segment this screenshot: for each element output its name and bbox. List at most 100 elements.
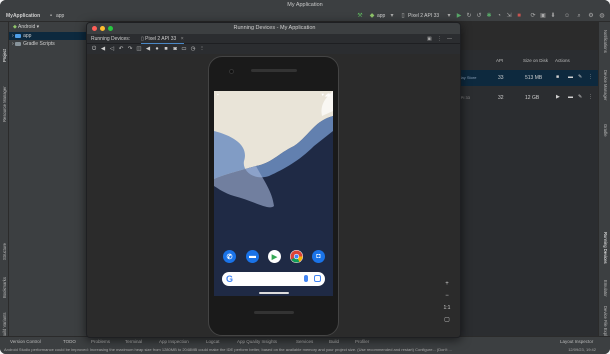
back-icon[interactable]: ◀ — [145, 46, 151, 52]
device-screen[interactable]: ▪ ▼◢▮ ✆ ▬ ▶ ◘ G — [214, 91, 333, 296]
sync-gradle-icon[interactable]: ⟳ — [530, 13, 536, 19]
edit-icon[interactable]: ✎ — [578, 75, 583, 80]
microphone-icon[interactable] — [304, 275, 308, 282]
assistant-icon[interactable]: ◍ — [599, 13, 605, 19]
tab-label: Pixel 2 API 33 — [145, 36, 177, 42]
close-icon[interactable]: × — [181, 36, 184, 42]
device-manager-icon[interactable]: ▣ — [540, 13, 546, 19]
home-icon[interactable]: ● — [154, 46, 160, 52]
screen-record-icon[interactable]: ▭ — [181, 46, 187, 52]
device-manager-panel: API Size on Disk Actions Play Store 33 5… — [458, 50, 598, 344]
apply-changes-icon[interactable]: ↻ — [466, 13, 472, 19]
more-icon[interactable]: ⋮ — [199, 46, 205, 52]
chevron-right-icon[interactable]: › — [9, 41, 14, 47]
more-icon[interactable]: ⋮ — [437, 34, 442, 44]
play-store-app-icon[interactable]: ▶ — [268, 250, 281, 263]
zoom-window-button[interactable] — [108, 26, 113, 31]
device-select[interactable]: Pixel 2 API 33 — [408, 10, 439, 22]
running-devices-tool-tab[interactable]: Running Devices — [603, 232, 608, 264]
google-logo-icon: G — [226, 274, 234, 284]
project-tree-label: app — [23, 33, 32, 39]
profile-icon[interactable]: ◔ — [496, 13, 502, 19]
rotate-left-icon[interactable]: ↶ — [118, 46, 124, 52]
project-panel: ◆ Android ▾ › app › Gradle Scripts — [9, 22, 89, 344]
right-tool-strip: Notifications Device Manager Gradle Runn… — [598, 22, 610, 344]
phone-icon: ▯ — [401, 13, 405, 19]
tab-pixel-2-api-33[interactable]: ▯ Pixel 2 API 33 × — [141, 34, 184, 44]
attach-debugger-icon[interactable]: ⇲ — [506, 13, 512, 19]
minimize-window-button[interactable] — [100, 26, 105, 31]
apply-code-changes-icon[interactable]: ↺ — [476, 13, 482, 19]
project-tool-tab[interactable]: Project — [2, 49, 7, 62]
folder-icon — [15, 33, 22, 38]
volume-up-icon[interactable]: ◀ — [100, 46, 106, 52]
settings-icon[interactable]: ⚙ — [588, 13, 594, 19]
stop-icon[interactable]: ■ — [556, 75, 561, 80]
zoom-out-icon[interactable]: − — [443, 292, 451, 300]
gesture-nav-pill[interactable] — [259, 292, 289, 294]
new-tab-icon[interactable]: ▣ — [427, 34, 432, 44]
size-column-header[interactable]: Size on Disk — [523, 58, 548, 66]
ide-window: My Application MyApplication ▪ app ⚒ ◆ a… — [0, 0, 610, 354]
bottom-speaker — [254, 311, 294, 314]
project-breadcrumb[interactable]: MyApplication — [6, 10, 40, 22]
build-variants-tool-tab[interactable]: Build Variants — [2, 312, 7, 338]
status-message[interactable]: Android Studio performance could be impr… — [4, 346, 524, 354]
zoom-in-icon[interactable]: + — [443, 280, 451, 288]
edit-icon[interactable]: ✎ — [578, 95, 583, 100]
overview-icon[interactable]: ■ — [163, 46, 169, 52]
gradle-tool-tab[interactable]: Gradle — [603, 124, 608, 137]
structure-tool-tab[interactable]: Structure — [2, 243, 7, 260]
messages-app-icon[interactable]: ▬ — [246, 250, 259, 263]
folder-icon[interactable]: ▬ — [568, 95, 573, 100]
minimize-icon[interactable]: — — [447, 34, 452, 44]
fit-screen-icon[interactable]: ▢ — [443, 316, 451, 324]
device-row[interactable]: Play Store 33 513 MB ■ ▬ ✎ ⋮ — [458, 70, 598, 86]
wallpaper — [214, 91, 333, 296]
search-icon[interactable]: ⌕ — [576, 13, 582, 19]
emulator-tool-tab[interactable]: Emulator — [603, 280, 608, 297]
camera-app-icon[interactable]: ◘ — [312, 250, 325, 263]
sdk-manager-icon[interactable]: ⬇ — [550, 13, 556, 19]
power-icon[interactable]: ⏻ — [91, 46, 97, 52]
project-tree-item-gradle-scripts[interactable]: › Gradle Scripts — [9, 40, 89, 48]
hammer-icon[interactable]: ⚒ — [357, 13, 363, 19]
front-camera-icon — [229, 69, 234, 74]
chevron-down-icon: ▾ — [447, 13, 451, 19]
device-manager-tool-tab[interactable]: Device Manager — [603, 70, 608, 101]
stop-icon[interactable]: ■ — [516, 13, 522, 19]
resource-manager-tool-tab[interactable]: Resource Manager — [2, 86, 7, 122]
fold-icon[interactable]: ◫ — [136, 46, 142, 52]
phone-app-icon[interactable]: ✆ — [223, 250, 236, 263]
close-window-button[interactable] — [92, 26, 97, 31]
run-icon[interactable]: ▶ — [456, 13, 462, 19]
rotate-right-icon[interactable]: ↷ — [127, 46, 133, 52]
more-icon[interactable]: ⋮ — [588, 75, 593, 80]
folder-icon[interactable]: ▬ — [568, 75, 573, 80]
lens-icon[interactable] — [314, 275, 321, 282]
project-tree-item-app[interactable]: › app — [9, 32, 89, 40]
google-search-bar[interactable]: G — [222, 272, 325, 286]
chevron-right-icon[interactable]: › — [9, 33, 14, 39]
running-devices-title: Running Devices - My Application — [87, 23, 460, 34]
debug-icon[interactable]: ✱ — [486, 13, 492, 19]
bookmarks-tool-tab[interactable]: Bookmarks — [2, 277, 7, 298]
snapshot-icon[interactable]: ◷ — [190, 46, 196, 52]
more-icon[interactable]: ⋮ — [588, 95, 593, 100]
run-config-select[interactable]: app — [377, 10, 385, 22]
play-icon[interactable]: ▶ — [556, 95, 561, 100]
device-row[interactable]: API 33 32 12 GB ▶ ▬ ✎ ⋮ — [458, 90, 598, 106]
status-bar-time: ▪ — [217, 92, 219, 97]
notifications-tool-tab[interactable]: Notifications — [603, 30, 608, 53]
size-cell: 513 MB — [525, 75, 543, 81]
chrome-app-icon[interactable] — [290, 250, 303, 263]
api-column-header[interactable]: API — [496, 58, 503, 66]
account-icon[interactable]: ☺ — [564, 13, 570, 19]
project-view-selector[interactable]: ◆ Android ▾ — [9, 22, 89, 32]
chevron-down-icon: ▾ — [36, 24, 40, 30]
screenshot-icon[interactable]: ◙ — [172, 46, 178, 52]
actual-size-icon[interactable]: 1:1 — [443, 304, 451, 312]
volume-down-icon[interactable]: ◁ — [109, 46, 115, 52]
folder-icon: ▪ — [49, 13, 53, 19]
module-breadcrumb[interactable]: app — [56, 10, 64, 22]
